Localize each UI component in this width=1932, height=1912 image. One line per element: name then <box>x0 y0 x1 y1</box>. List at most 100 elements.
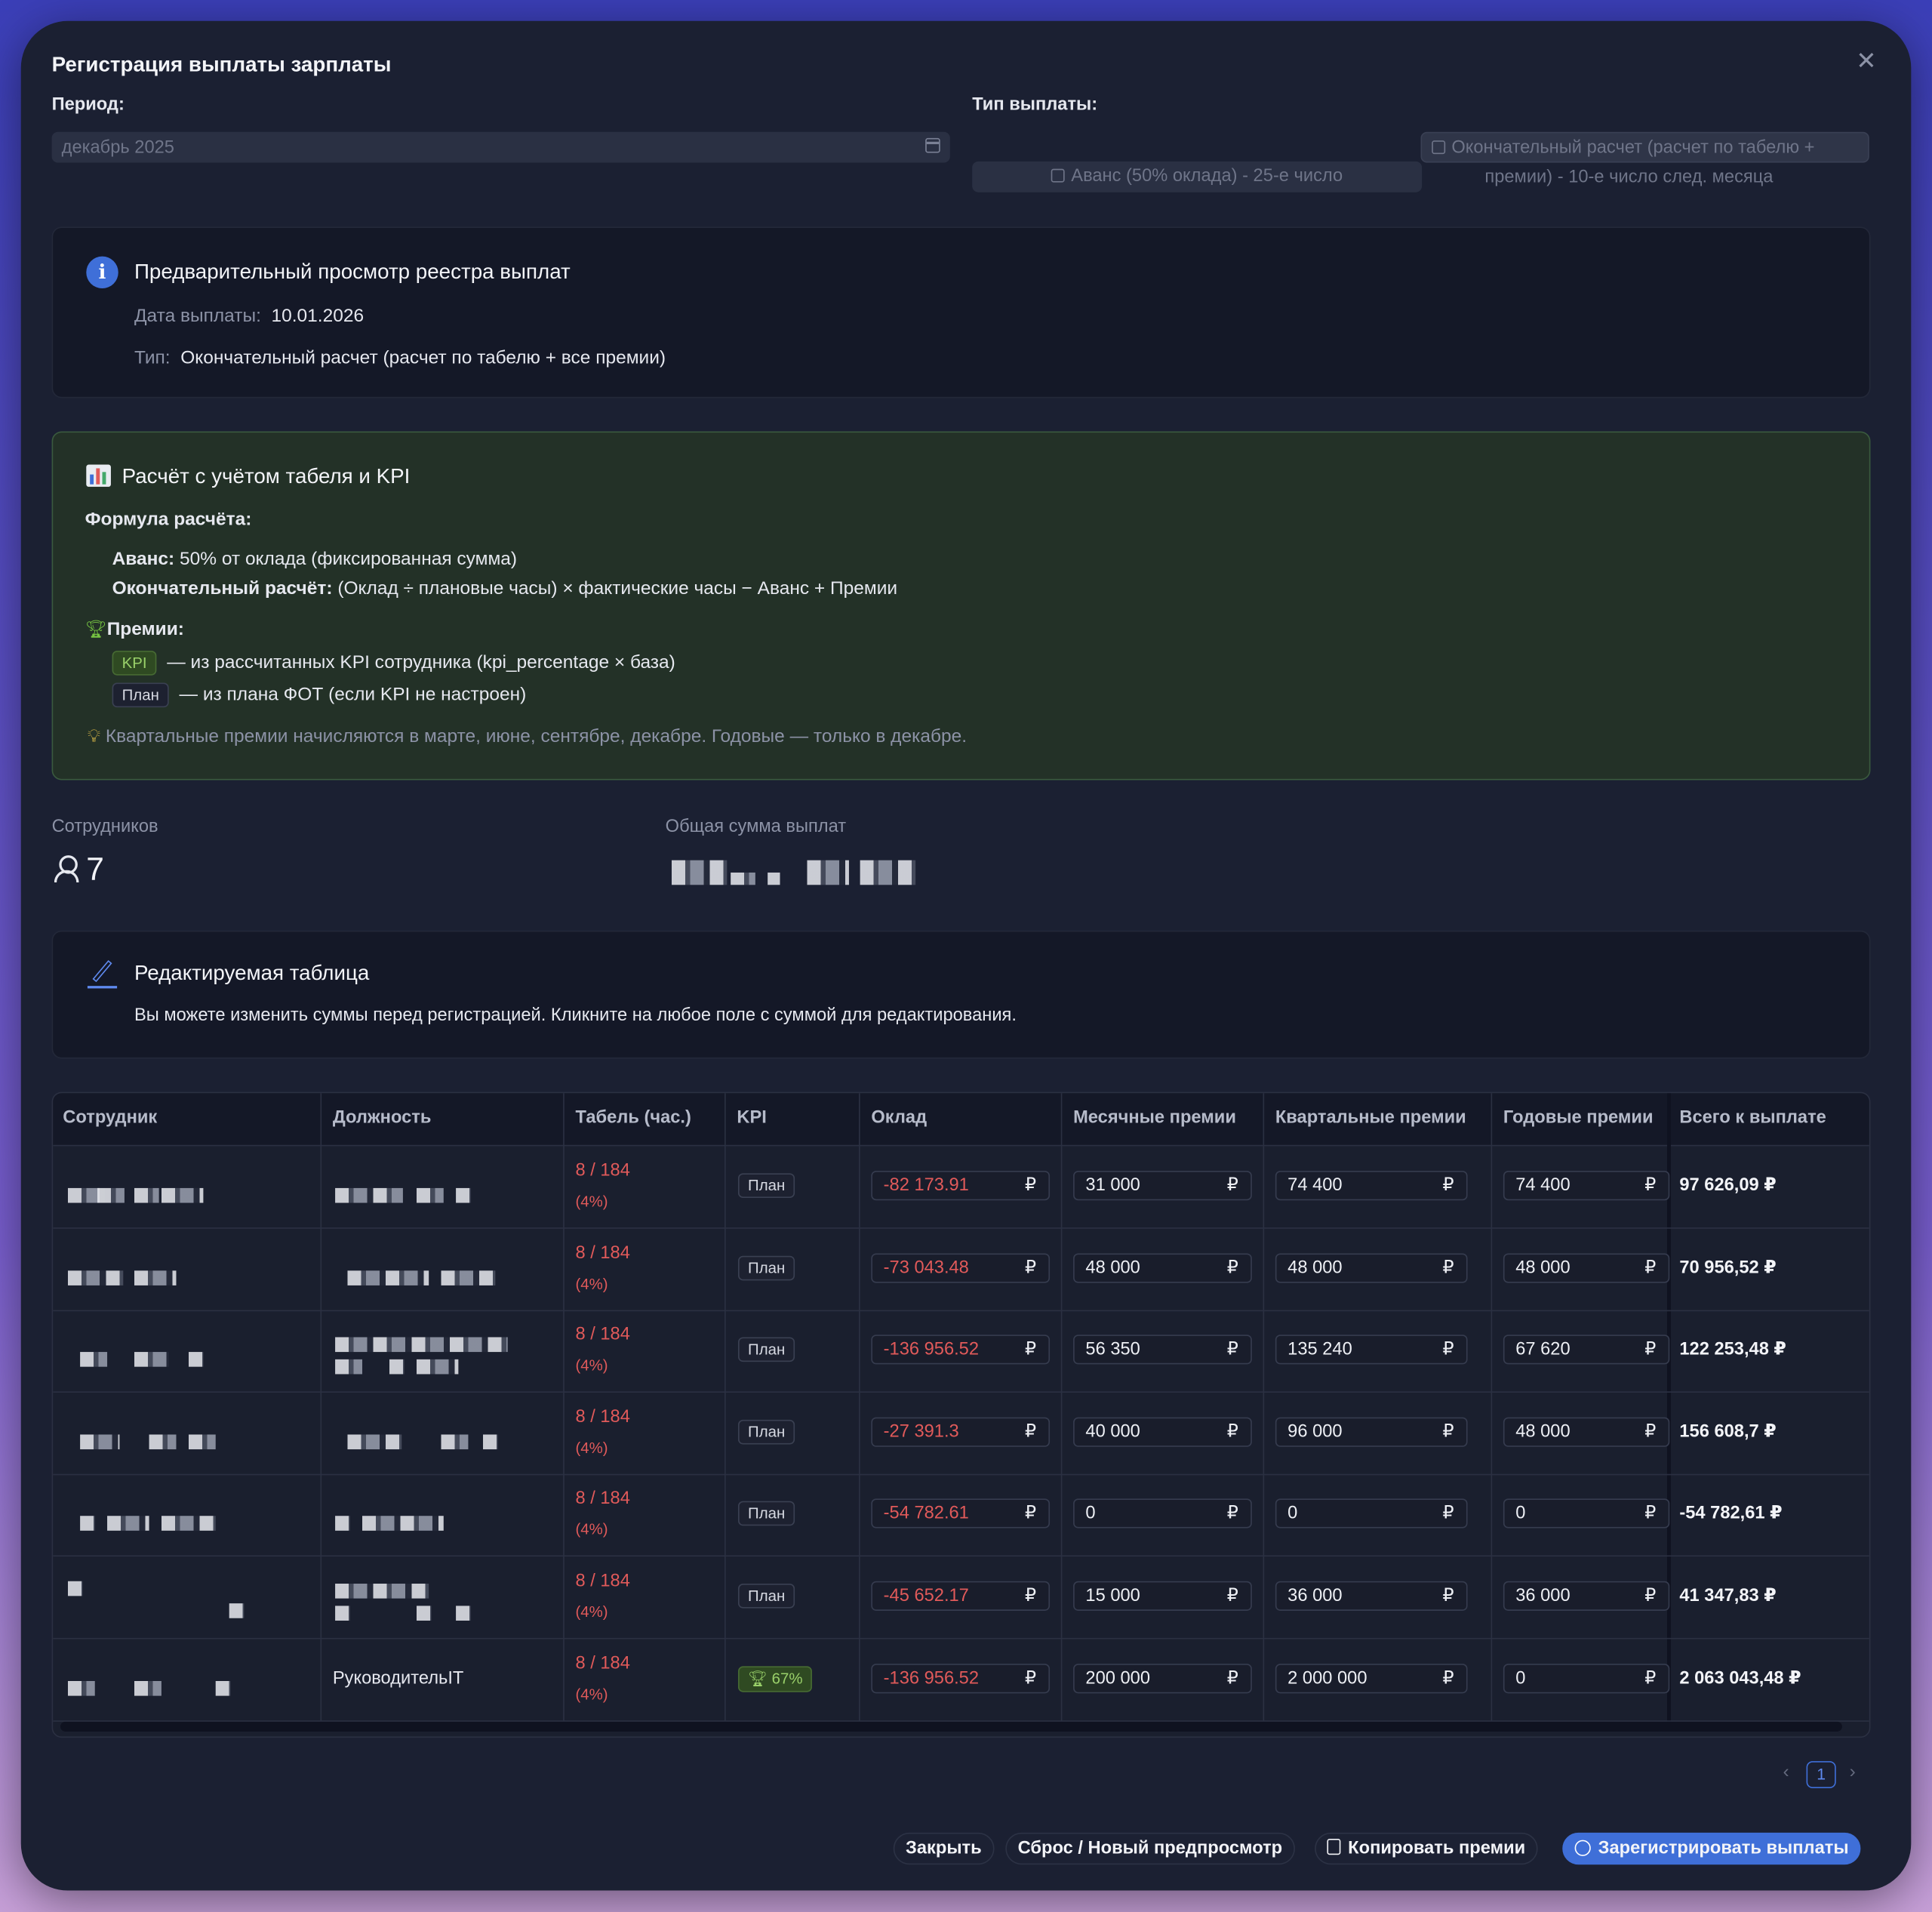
position-redacted <box>321 1393 555 1474</box>
quarterly-input[interactable]: 36 000 ₽ <box>1275 1581 1468 1611</box>
yearly-input[interactable]: 48 000 ₽ <box>1503 1252 1670 1282</box>
table-row: 8 / 184 (4%) План -45 652.17 ₽15 000 ₽36 000 ₽… <box>53 1556 1869 1640</box>
monthly-input[interactable]: 48 000 ₽ <box>1073 1252 1252 1282</box>
col-salary[interactable]: Оклад <box>871 1108 927 1128</box>
position-redacted <box>321 1228 555 1310</box>
kpi-text: — из рассчитанных KPI сотрудника (kpi_pe… <box>167 651 675 673</box>
col-kpi[interactable]: KPI <box>737 1108 766 1128</box>
hours-pct: (4%) <box>575 1193 608 1211</box>
monthly-input[interactable]: 200 000 ₽ <box>1073 1663 1252 1693</box>
salary-input[interactable]: -27 391.3 ₽ <box>871 1417 1051 1447</box>
calendar-icon <box>1051 168 1066 183</box>
salary-input[interactable]: -136 956.52 ₽ <box>871 1663 1051 1693</box>
hours-pct: (4%) <box>575 1439 608 1457</box>
payment-type-advance[interactable]: Аванс (50% оклада) - 25-е число <box>972 161 1423 192</box>
yearly-input[interactable]: 0 ₽ <box>1503 1663 1670 1693</box>
total-value-redacted <box>671 860 918 888</box>
currency-sign: ₽ <box>1226 1258 1238 1278</box>
monthly-input[interactable]: 0 ₽ <box>1073 1499 1252 1529</box>
quarterly-input[interactable]: 96 000 ₽ <box>1275 1417 1468 1447</box>
position-redacted <box>321 1310 555 1392</box>
col-yearly[interactable]: Годовые премии <box>1503 1108 1654 1128</box>
col-employee[interactable]: Сотрудник <box>63 1108 157 1128</box>
copy-bonuses-button[interactable]: Копировать премии <box>1315 1832 1538 1865</box>
period-picker[interactable]: декабрь 2025 <box>51 131 950 163</box>
plan-text: — из плана ФОТ (если KPI не настроен) <box>179 684 527 705</box>
currency-sign: ₽ <box>1644 1340 1657 1360</box>
col-quarterly[interactable]: Квартальные премии <box>1275 1108 1466 1128</box>
col-position[interactable]: Должность <box>333 1108 432 1128</box>
next-page-icon[interactable]: › <box>1850 1761 1856 1782</box>
salary-input[interactable]: -54 782.61 ₽ <box>871 1499 1051 1529</box>
bonus-row: 🏆︎Премии: <box>85 619 184 640</box>
employee-name-redacted <box>53 1639 312 1720</box>
quarterly-input[interactable]: 135 240 ₽ <box>1275 1335 1468 1365</box>
reset-button[interactable]: Сброс / Новый предпросмотр <box>1005 1832 1295 1865</box>
col-total[interactable]: Всего к выплате <box>1679 1108 1826 1128</box>
yearly-input[interactable]: 48 000 ₽ <box>1503 1417 1670 1447</box>
currency-sign: ₽ <box>1644 1421 1657 1442</box>
monthly-input[interactable]: 56 350 ₽ <box>1073 1335 1252 1365</box>
yearly-value: 36 000 <box>1515 1586 1571 1606</box>
monthly-value: 48 000 <box>1085 1258 1140 1278</box>
quarterly-value: 36 000 <box>1287 1586 1343 1606</box>
hours-cell: 8 / 184 <box>575 1407 630 1427</box>
table-row: 8 / 184 (4%) План -136 956.52 ₽56 350 ₽135 24… <box>53 1310 1869 1393</box>
hours-pct: (4%) <box>575 1521 608 1539</box>
monthly-input[interactable]: 31 000 ₽ <box>1073 1171 1252 1201</box>
close-icon[interactable]: ✕ <box>1856 45 1876 76</box>
currency-sign: ₽ <box>1226 1504 1238 1524</box>
payroll-table: Сотрудник Должность Табель (час.) KPI Ок… <box>51 1091 1871 1738</box>
yearly-input[interactable]: 67 620 ₽ <box>1503 1335 1670 1365</box>
register-label: Зарегистрировать выплаты <box>1598 1838 1849 1859</box>
yearly-input[interactable]: 36 000 ₽ <box>1503 1581 1670 1611</box>
horizontal-scrollbar[interactable] <box>60 1721 1842 1732</box>
quarterly-value: 135 240 <box>1287 1340 1352 1360</box>
currency-sign: ₽ <box>1226 1668 1238 1689</box>
quarterly-input[interactable]: 48 000 ₽ <box>1275 1252 1468 1282</box>
editable-text: Вы можете изменить суммы перед регистрац… <box>134 1005 1017 1026</box>
payment-type-advance-label: Аванс (50% оклада) - 25-е число <box>1071 166 1343 186</box>
table-row: 8 / 184 (4%) План -27 391.3 ₽40 000 ₽96 000 ₽4… <box>53 1393 1869 1476</box>
currency-sign: ₽ <box>1644 1258 1657 1278</box>
prev-page-icon[interactable]: ‹ <box>1783 1761 1789 1782</box>
col-hours[interactable]: Табель (час.) <box>575 1108 691 1128</box>
quarterly-note: 💡︎ Квартальные премии начисляются в март… <box>88 726 967 747</box>
payment-type-final[interactable]: Окончательный расчет (расчет по табелю + <box>1420 131 1869 163</box>
quarterly-input[interactable]: 0 ₽ <box>1275 1499 1468 1529</box>
salary-input[interactable]: -45 652.17 ₽ <box>871 1581 1051 1611</box>
plan-badge: План <box>737 1255 795 1280</box>
yearly-input[interactable]: 74 400 ₽ <box>1503 1171 1670 1201</box>
close-button[interactable]: Закрыть <box>893 1832 995 1865</box>
editable-panel: Редактируемая таблица Вы можете изменить… <box>51 930 1871 1059</box>
final-label: Окончательный расчёт: <box>112 577 333 599</box>
plan-badge: План <box>737 1584 795 1609</box>
yearly-input[interactable]: 0 ₽ <box>1503 1499 1670 1529</box>
salary-input[interactable]: -136 956.52 ₽ <box>871 1335 1051 1365</box>
calc-panel: Расчёт с учётом табеля и KPI Формула рас… <box>51 431 1871 781</box>
employee-name-redacted <box>53 1393 312 1474</box>
payment-date-value: 10.01.2026 <box>271 305 365 327</box>
formula-label: Формула расчёта: <box>85 509 252 531</box>
bonus-kpi-row: KPI — из рассчитанных KPI сотрудника (kp… <box>112 651 675 676</box>
salary-input[interactable]: -73 043.48 ₽ <box>871 1252 1051 1282</box>
currency-sign: ₽ <box>1442 1586 1454 1606</box>
col-monthly[interactable]: Месячные премии <box>1073 1108 1236 1128</box>
salary-input[interactable]: -82 173.91 ₽ <box>871 1171 1051 1201</box>
quarterly-input[interactable]: 2 000 000 ₽ <box>1275 1663 1468 1693</box>
employee-name-redacted <box>53 1556 312 1638</box>
total-cell: 97 626,09 ₽ <box>1679 1175 1777 1196</box>
lightbulb-icon: 💡︎ <box>87 725 101 747</box>
bonus-label: Премии: <box>106 618 184 640</box>
calendar-icon <box>1432 140 1446 155</box>
page-current[interactable]: 1 <box>1806 1761 1836 1789</box>
register-button[interactable]: Зарегистрировать выплаты <box>1562 1832 1861 1865</box>
payment-type-final-label-2: премии) - 10-е число след. месяца <box>1484 168 1774 188</box>
position-redacted <box>321 1474 555 1556</box>
quarterly-input[interactable]: 74 400 ₽ <box>1275 1171 1468 1201</box>
monthly-input[interactable]: 40 000 ₽ <box>1073 1417 1252 1447</box>
position-cell: РуководительIT <box>332 1668 464 1689</box>
table-row: РуководительIT 8 / 184 (4%) 🏆︎ 67% -136 956.… <box>53 1639 1869 1722</box>
monthly-input[interactable]: 15 000 ₽ <box>1073 1581 1252 1611</box>
currency-sign: ₽ <box>1226 1586 1238 1606</box>
